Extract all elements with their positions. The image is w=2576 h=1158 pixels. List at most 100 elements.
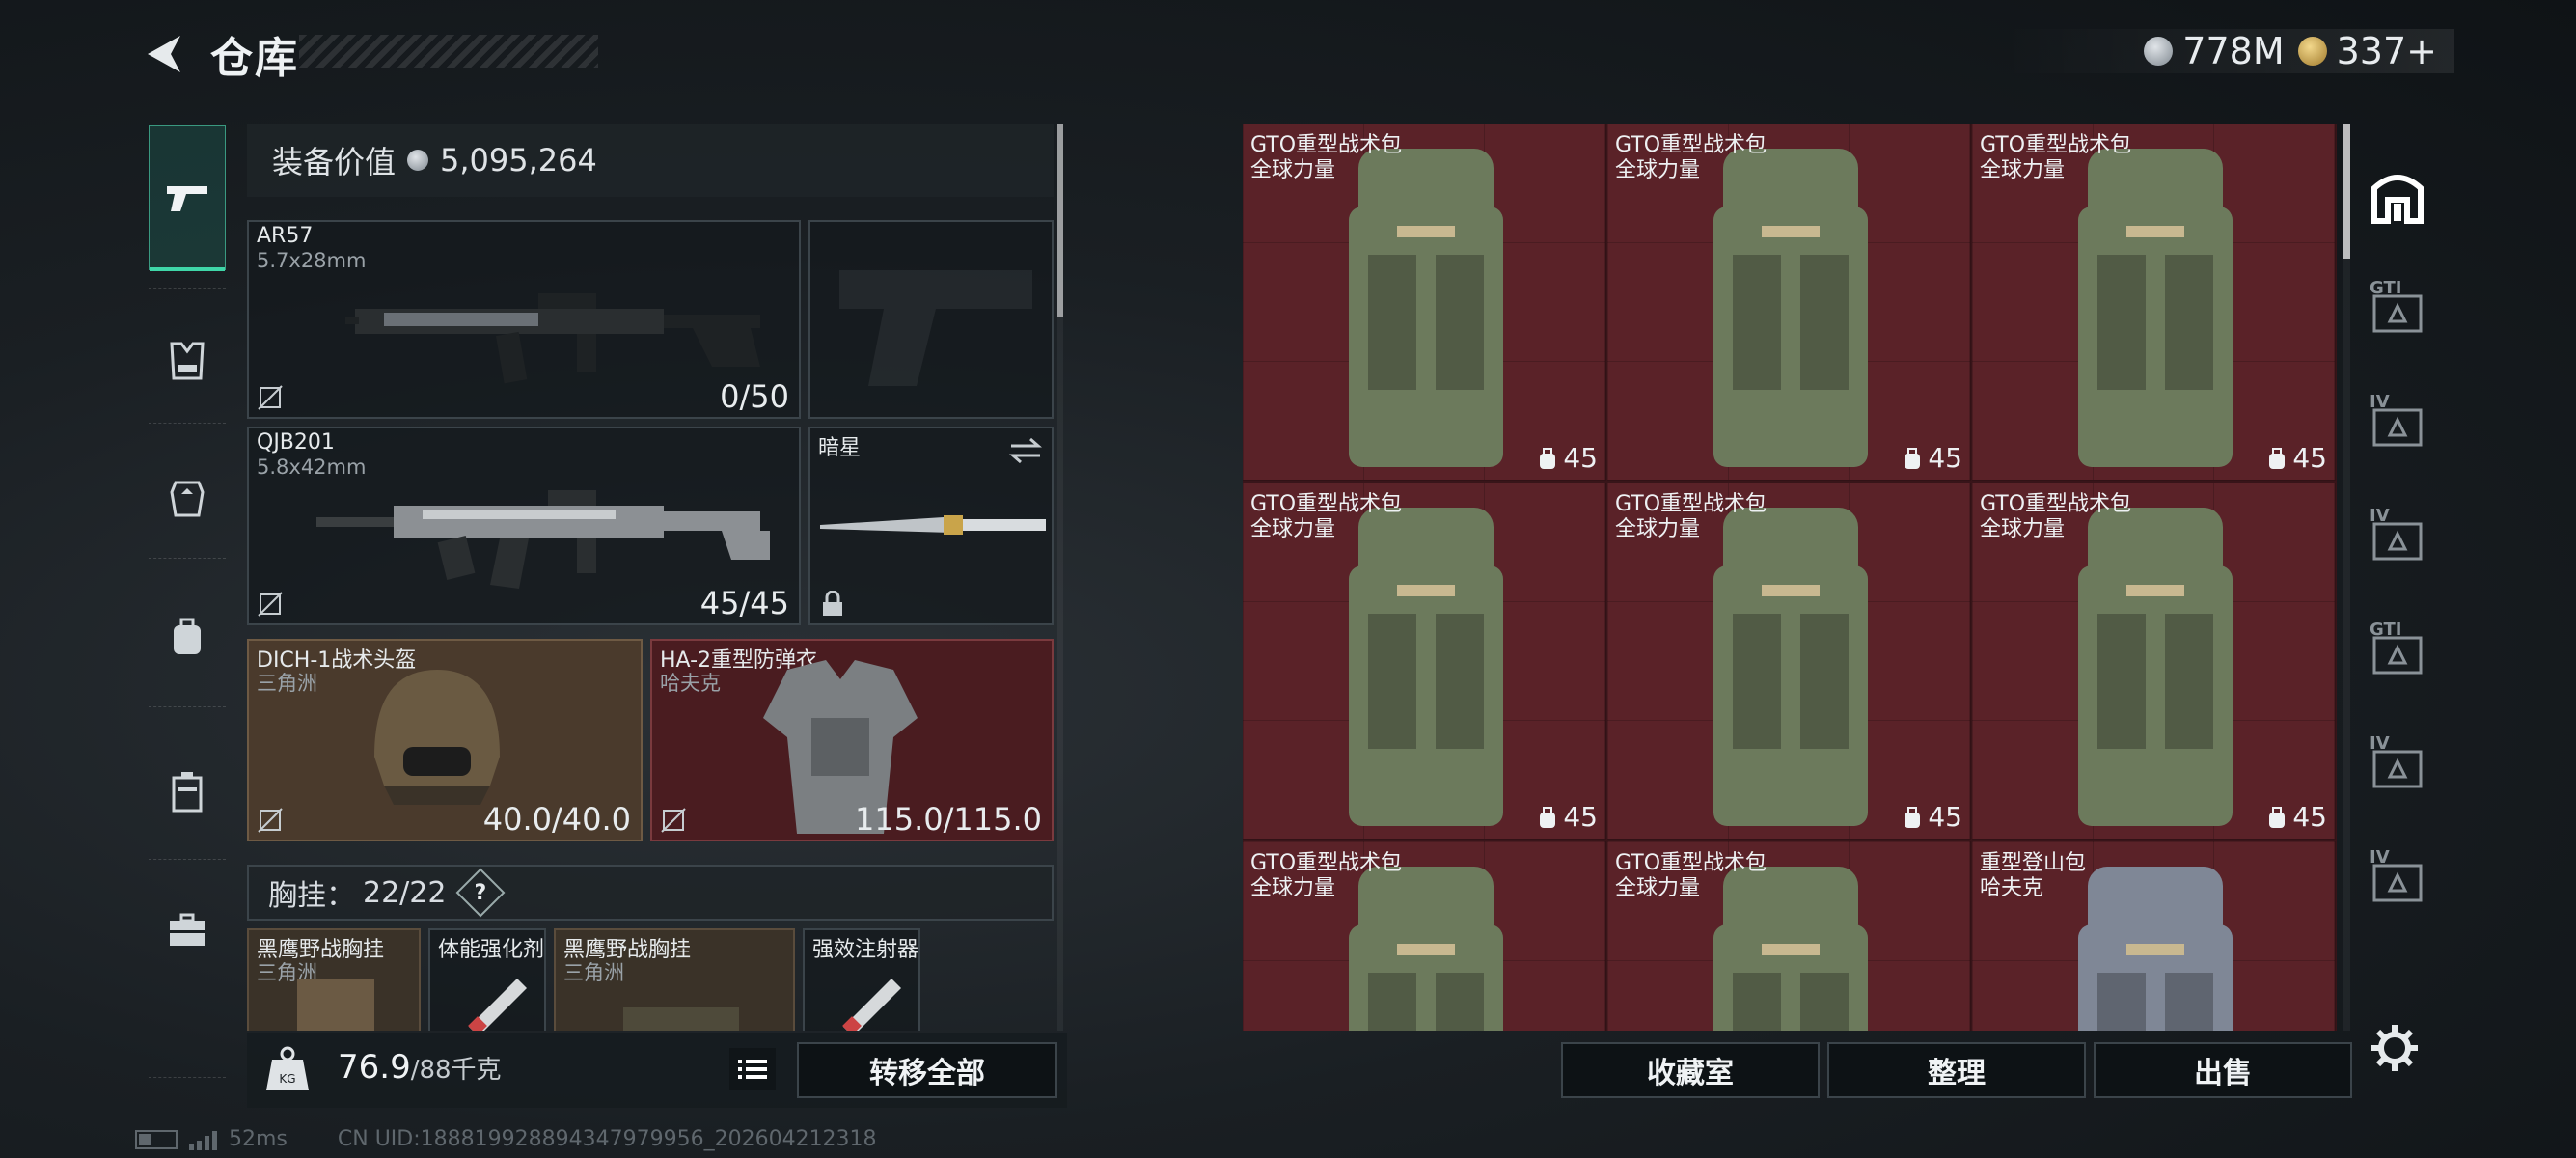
settings-button[interactable] (2366, 1019, 2424, 1077)
storage-item[interactable]: GTO重型战术包 全球力量 45 (1972, 124, 2336, 481)
no-insurance-icon (258, 592, 283, 617)
injector-item[interactable]: 强效注射器 (803, 928, 920, 1031)
item-durability: 45 (2267, 801, 2327, 833)
storage-tab-label: GTI (2370, 620, 2402, 640)
item-durability: 45 (1538, 442, 1598, 474)
storage-scrollbar[interactable] (2343, 124, 2350, 1031)
stim-item[interactable]: 体能强化剂 (428, 928, 546, 1031)
no-insurance-icon (258, 385, 283, 410)
secondary-weapon-slot[interactable]: QJB201 5.8x42mm 45/45 (247, 427, 801, 625)
storage-home-icon (2371, 175, 2424, 224)
nav-divider (149, 1077, 226, 1078)
gear-icon (2371, 1025, 2418, 1071)
backpack-image (1713, 867, 1868, 1031)
storage-item[interactable]: GTO重型战术包 全球力量 45 (1972, 482, 2336, 840)
nav-container[interactable] (149, 753, 226, 830)
storage-tab-4[interactable]: GTI (2364, 618, 2431, 685)
ping-text: 52ms (229, 1127, 288, 1151)
help-button[interactable]: ? (456, 868, 506, 918)
nav-vest[interactable] (149, 322, 226, 400)
storage-scroll-thumb[interactable] (2343, 124, 2350, 259)
storage-item[interactable]: GTO重型战术包 全球力量 45 (1243, 124, 1606, 481)
sell-button[interactable]: 出售 (2094, 1042, 2352, 1098)
item-sub: 全球力量 (1615, 876, 1701, 900)
storage-item[interactable]: GTO重型战术包 全球力量 (1607, 841, 1971, 1031)
backpack-image (2078, 867, 2233, 1031)
pistol-slot[interactable] (808, 220, 1054, 419)
swap-icon[interactable] (1009, 436, 1042, 465)
armor-slot[interactable]: HA-2重型防弹衣 哈夫克 115.0/115.0 (650, 639, 1054, 841)
chest-rig-bar: 胸挂： 22/22 ? (247, 865, 1054, 921)
collection-room-button[interactable]: 收藏室 (1561, 1042, 1820, 1098)
storage-tab-0[interactable] (2364, 162, 2431, 230)
nav-medkit[interactable] (149, 892, 226, 969)
melee-slot[interactable]: 暗星 (808, 427, 1054, 625)
primary-weapon-name: AR57 (257, 224, 314, 248)
knife-image (820, 515, 1046, 535)
weight-max: /88千克 (410, 1056, 502, 1085)
storage-tab-6[interactable]: IV (2364, 845, 2431, 913)
nav-weapons[interactable] (149, 125, 226, 271)
nav-armor[interactable] (149, 459, 226, 537)
uid-text: CN UID:188819928894347979956_20260421231… (337, 1127, 877, 1151)
title-decoration (299, 35, 598, 68)
backpack-small-icon (1540, 447, 1556, 469)
back-arrow-icon (148, 36, 180, 72)
storage-tab-5[interactable]: IV (2364, 731, 2431, 799)
chest-rig-item[interactable]: 黑鹰野战胸挂 三角洲 (247, 928, 421, 1031)
storage-grid: GTO重型战术包 全球力量 45 GTO重型战术包 全球力量 45 GTO重型战术包 全球力量… (1243, 124, 2337, 1031)
primary-weapon-slot[interactable]: AR57 5.7x28mm 0/50 (247, 220, 801, 419)
storage-item[interactable]: 重型登山包 哈夫克 (1972, 841, 2336, 1031)
signal-icon (189, 1129, 217, 1150)
backpack-image (2078, 149, 2233, 467)
currency-gold[interactable]: 337+ (2297, 30, 2437, 72)
container-icon (172, 772, 203, 813)
syringe-image (468, 979, 527, 1031)
chest-rig-capacity: 22/22 (363, 875, 447, 910)
rifle-image (345, 293, 760, 384)
equipment-value-label: 装备价值 (272, 144, 397, 180)
storage-tab-label: IV (2370, 506, 2390, 526)
equipment-scroll-thumb[interactable] (1057, 124, 1063, 317)
storage-tab-2[interactable]: IV (2364, 390, 2431, 457)
storage-tab-label: GTI (2370, 278, 2402, 298)
backpack-image (1349, 508, 1503, 826)
durability-value: 45 (1563, 801, 1598, 833)
weight-icon: KG (266, 1046, 309, 1090)
no-insurance-icon (258, 808, 283, 833)
item-sub: 三角洲 (563, 961, 624, 984)
item-durability: 45 (1538, 801, 1598, 833)
storage-tab-label: IV (2370, 847, 2390, 868)
item-sub: 全球力量 (1615, 517, 1701, 541)
sort-button[interactable]: 整理 (1827, 1042, 2086, 1098)
backpack-small-icon (1905, 806, 1921, 828)
battery-icon (135, 1129, 178, 1149)
storage-item[interactable]: GTO重型战术包 全球力量 45 (1607, 482, 1971, 840)
primary-weapon-caliber: 5.7x28mm (257, 249, 367, 272)
storage-tab-3[interactable]: IV (2364, 504, 2431, 571)
item-sub: 全球力量 (1980, 158, 2066, 182)
storage-item[interactable]: GTO重型战术包 全球力量 45 (1607, 124, 1971, 481)
item-durability: 45 (1903, 801, 1962, 833)
armor-icon (170, 481, 205, 517)
durability-value: 45 (1928, 442, 1962, 474)
helmet-sub: 三角洲 (257, 672, 317, 695)
item-name: 强效注射器 (812, 938, 919, 962)
durability-value: 45 (2292, 442, 2327, 474)
chest-rig-item[interactable]: 黑鹰野战胸挂 三角洲 (554, 928, 795, 1031)
storage-item[interactable]: GTO重型战术包 全球力量 (1243, 841, 1606, 1031)
back-button[interactable] (135, 25, 193, 83)
list-view-button[interactable] (729, 1048, 776, 1090)
armor-durability: 115.0/115.0 (855, 801, 1042, 838)
weight-text: 76.9/88千克 (338, 1048, 502, 1087)
transfer-all-button[interactable]: 转移全部 (797, 1042, 1057, 1098)
syringe-image (842, 979, 901, 1031)
storage-tab-1[interactable]: GTI (2364, 276, 2431, 344)
nav-divider (149, 558, 226, 559)
equipment-value-bar: 装备价值 5,095,264 (247, 124, 1054, 197)
currency-silver[interactable]: 778M (2144, 30, 2285, 72)
equipment-panel: 装备价值 5,095,264 AR57 5.7x28mm 0/50 QJB201… (247, 124, 1067, 1031)
helmet-slot[interactable]: DICH-1战术头盔 三角洲 40.0/40.0 (247, 639, 643, 841)
nav-backpack[interactable] (149, 598, 226, 676)
storage-item[interactable]: GTO重型战术包 全球力量 45 (1243, 482, 1606, 840)
